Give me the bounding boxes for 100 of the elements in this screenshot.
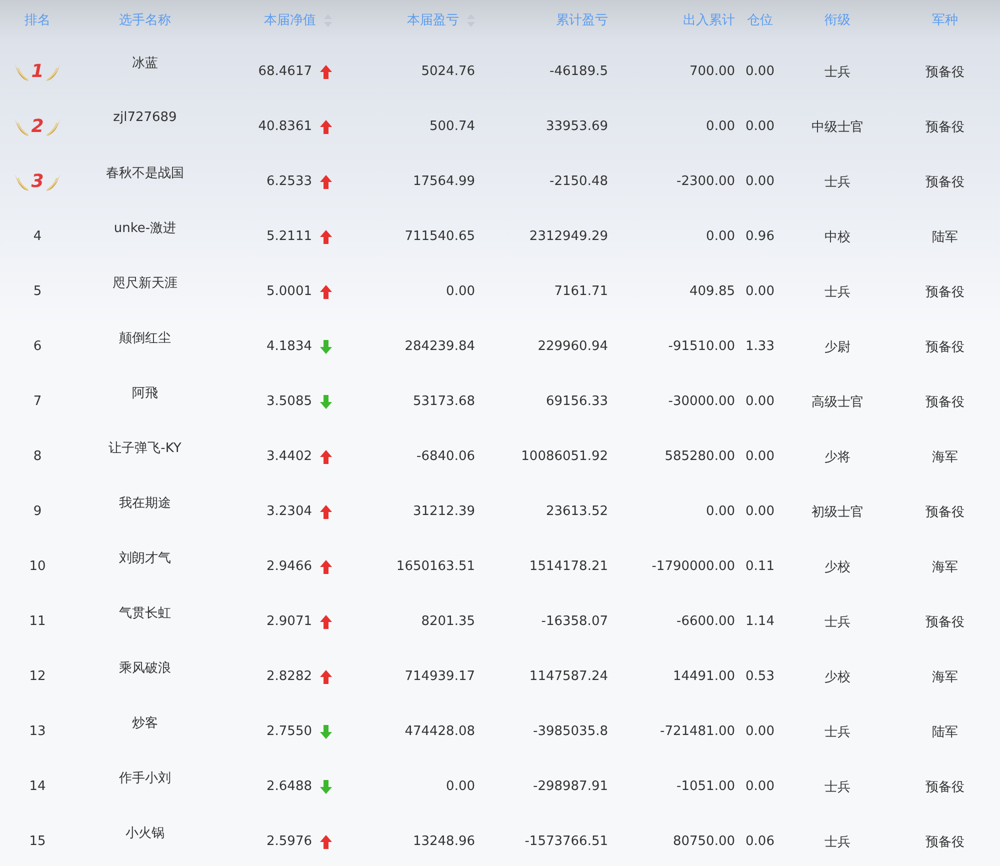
grade-label: 士兵 (824, 834, 850, 850)
rank-number: 10 (29, 559, 46, 574)
rank-number: 2 (31, 116, 44, 137)
position-value: 0.00 (746, 119, 774, 134)
profit-value: 714939.17 (404, 669, 475, 684)
player-name[interactable]: 咫尺新天涯 (112, 274, 178, 292)
position-value: 0.00 (746, 724, 774, 739)
position-value: 0.06 (746, 834, 774, 849)
branch-label: 预备役 (926, 834, 964, 850)
total-profit-value: 229960.94 (538, 339, 608, 354)
wing-icon (44, 172, 61, 192)
branch-label: 预备役 (926, 284, 964, 300)
profit-value: 31212.39 (412, 504, 475, 519)
net-value: 3.2304 (266, 504, 312, 519)
branch-label: 预备役 (926, 614, 964, 630)
position-value: 0.00 (746, 394, 774, 409)
grade-label: 中级士官 (812, 118, 864, 136)
profit-value: 474428.08 (404, 724, 475, 739)
rank-number: 13 (29, 724, 46, 739)
player-name[interactable]: 炒客 (132, 714, 158, 732)
wing-icon (44, 62, 61, 82)
total-profit-value: 69156.33 (546, 394, 608, 409)
profit-value: 1650163.51 (396, 559, 475, 574)
total-profit-value: 7161.71 (554, 284, 608, 299)
profit-value: 5024.76 (421, 64, 475, 79)
rank-number: 5 (33, 284, 42, 299)
flow-value: 0.00 (706, 119, 735, 134)
profit-value: 0.00 (446, 779, 475, 794)
net-value: 3.5085 (266, 394, 312, 409)
flow-value: -1051.00 (676, 779, 735, 794)
player-name[interactable]: 冰蓝 (132, 54, 158, 72)
player-name[interactable]: 我在期途 (119, 494, 171, 512)
flow-value: -6600.00 (676, 614, 735, 629)
branch-label: 预备役 (926, 118, 964, 136)
position-value: 0.11 (746, 559, 774, 574)
player-name[interactable]: 气贯长虹 (119, 604, 171, 622)
net-value: 2.7550 (266, 724, 312, 739)
player-name[interactable]: 刘朗才气 (119, 548, 171, 566)
profit-value: 13248.96 (412, 834, 475, 849)
position-value: 0.00 (746, 779, 774, 794)
player-name[interactable]: 阿飛 (132, 384, 158, 402)
player-name[interactable]: unke-激进 (114, 218, 176, 236)
total-profit-value: 10086051.92 (521, 449, 608, 464)
rank-number: 8 (33, 449, 42, 464)
position-value: 1.33 (746, 339, 774, 354)
flow-value: 14491.00 (672, 669, 735, 684)
position-value: 0.00 (746, 284, 774, 299)
grade-label: 士兵 (824, 174, 850, 190)
grade-label: 中校 (824, 228, 850, 246)
player-name[interactable]: 乘风破浪 (119, 658, 171, 676)
total-profit-value: 1514178.21 (529, 559, 608, 574)
branch-label: 陆军 (932, 724, 958, 740)
wing-icon (14, 172, 30, 192)
rank-number: 6 (33, 339, 42, 354)
branch-label: 预备役 (926, 778, 964, 796)
total-profit-value: 33953.69 (546, 119, 608, 134)
profit-value: 17564.99 (412, 174, 475, 189)
net-value: 5.2111 (266, 229, 312, 244)
total-profit-value: 1147587.24 (529, 669, 608, 684)
player-name[interactable]: zjl727689 (113, 110, 177, 125)
branch-label: 预备役 (926, 504, 964, 520)
flow-value: 700.00 (690, 64, 735, 79)
flow-value: -721481.00 (660, 724, 735, 739)
profit-value: 53173.68 (412, 394, 475, 409)
total-profit-value: -298987.91 (533, 779, 608, 794)
rank-number: 3 (31, 171, 44, 192)
rank-number: 9 (33, 504, 42, 519)
grade-label: 士兵 (824, 724, 850, 740)
grade-label: 初级士官 (812, 504, 864, 520)
grade-label: 士兵 (824, 284, 850, 300)
total-profit-value: -46189.5 (550, 64, 608, 79)
position-value: 0.00 (746, 504, 774, 519)
total-profit-value: -16358.07 (541, 614, 608, 629)
profit-value: 500.74 (430, 119, 475, 134)
profit-value: 0.00 (446, 284, 475, 299)
total-profit-value: -2150.48 (550, 174, 608, 189)
rank-number: 7 (33, 394, 42, 409)
player-name[interactable]: 作手小刘 (119, 768, 171, 786)
net-value: 5.0001 (266, 284, 312, 299)
profit-value: 711540.65 (404, 229, 475, 244)
position-value: 0.53 (746, 669, 774, 684)
player-name[interactable]: 小火锅 (126, 824, 164, 842)
grade-label: 士兵 (824, 778, 850, 796)
flow-value: -1790000.00 (652, 559, 735, 574)
net-value: 6.2533 (266, 174, 312, 189)
net-value: 2.5976 (266, 834, 312, 849)
rank-number: 12 (29, 669, 46, 684)
player-name[interactable]: 让子弹飞-KY (108, 438, 182, 456)
branch-label: 海军 (932, 558, 958, 576)
net-value: 2.6488 (266, 779, 312, 794)
player-name[interactable]: 春秋不是战国 (106, 164, 184, 182)
net-value: 3.4402 (266, 449, 312, 464)
branch-label: 预备役 (926, 174, 964, 190)
profit-value: 8201.35 (421, 614, 475, 629)
grade-label: 少校 (824, 668, 850, 686)
flow-value: 80750.00 (672, 834, 735, 849)
grade-label: 少校 (824, 558, 850, 576)
total-profit-value: 23613.52 (546, 504, 608, 519)
player-name[interactable]: 颠倒红尘 (119, 328, 171, 346)
total-profit-value: -3985035.8 (533, 724, 608, 739)
